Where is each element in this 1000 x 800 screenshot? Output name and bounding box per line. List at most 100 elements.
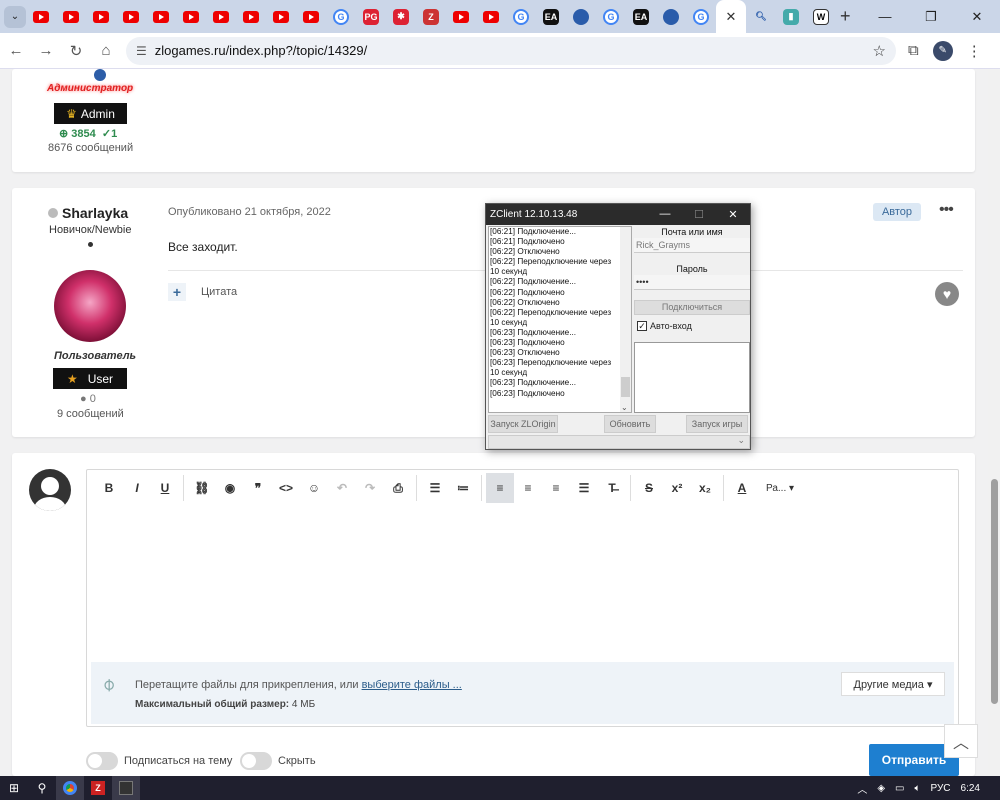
bookmark-star-icon[interactable]: ☆	[873, 42, 886, 60]
restore-icon[interactable]: ❐	[908, 0, 954, 33]
password-field[interactable]: ••••	[634, 275, 750, 290]
emoji-icon[interactable]: ☺	[300, 473, 328, 503]
close-tab-icon[interactable]: ✕	[726, 9, 737, 25]
address-bar[interactable]: ☰ zlogames.ru/index.php?/topic/14329/ ☆	[126, 36, 896, 65]
multiquote-plus-icon[interactable]: +	[168, 283, 186, 301]
tab-active[interactable]: ✕	[716, 0, 746, 33]
site-info-icon[interactable]: ☰	[136, 44, 147, 58]
tab[interactable]	[236, 0, 266, 33]
tab[interactable]: PG	[356, 0, 386, 33]
tab[interactable]: G	[506, 0, 536, 33]
align-right-icon[interactable]: ≡	[542, 473, 570, 503]
search-icon[interactable]: ⚲	[28, 776, 56, 800]
tab[interactable]: ▮	[776, 0, 806, 33]
quote-button[interactable]: Цитата	[201, 286, 237, 298]
zclient-log[interactable]: [06:21] Подключение... [06:21] Подключено…	[488, 226, 632, 413]
subscribe-toggle[interactable]	[86, 752, 118, 770]
tab[interactable]: 🔍︎	[746, 0, 776, 33]
preview-icon[interactable]: ⎙	[384, 473, 412, 503]
attachment-dropzone[interactable]: ⌀ Перетащите файлы для прикрепления, или…	[91, 662, 954, 724]
clear-format-icon[interactable]: T̶	[598, 473, 626, 503]
minimize-icon[interactable]: —	[648, 208, 682, 221]
minimize-icon[interactable]: —	[862, 0, 908, 33]
tab[interactable]	[176, 0, 206, 33]
tab[interactable]: G	[686, 0, 716, 33]
zclient-game-select[interactable]: ⌄	[488, 435, 750, 449]
page-scrollbar[interactable]	[988, 69, 1000, 776]
align-center-icon[interactable]: ≡	[514, 473, 542, 503]
tab-search-button[interactable]: ⌄	[4, 5, 26, 28]
clock[interactable]: 6:24	[961, 783, 980, 794]
refresh-button[interactable]: Обновить	[604, 415, 656, 433]
language-indicator[interactable]: РУС	[931, 783, 951, 794]
tab[interactable]	[146, 0, 176, 33]
bullet-list-icon[interactable]: ☰	[421, 473, 449, 503]
shield-icon[interactable]: ◈	[877, 783, 885, 794]
scrollbar-thumb[interactable]	[991, 479, 998, 704]
chevron-down-icon[interactable]: ⌄	[621, 403, 628, 412]
tab[interactable]: G	[326, 0, 356, 33]
hide-toggle[interactable]	[240, 752, 272, 770]
new-tab-button[interactable]: +	[840, 6, 851, 27]
spoiler-eye-icon[interactable]: ◉	[216, 473, 244, 503]
tab[interactable]	[656, 0, 686, 33]
taskbar-zclient[interactable]	[112, 776, 140, 800]
subscript-icon[interactable]: x₂	[691, 473, 719, 503]
extensions-icon[interactable]: ⧉	[908, 42, 919, 59]
align-justify-icon[interactable]: ☰	[570, 473, 598, 503]
italic-icon[interactable]: I	[123, 473, 151, 503]
tab[interactable]	[266, 0, 296, 33]
tab[interactable]	[116, 0, 146, 33]
scroll-to-top-button[interactable]: ︿	[944, 724, 978, 758]
align-left-icon[interactable]: ≡	[486, 473, 514, 503]
launch-game-button[interactable]: Запуск игры	[686, 415, 748, 433]
quote-icon[interactable]: ❞	[244, 473, 272, 503]
windows-start-icon[interactable]: ⊞	[0, 776, 28, 800]
menu-dots-icon[interactable]: ⋮	[967, 42, 982, 60]
heart-icon[interactable]: ♥	[935, 282, 959, 306]
chevron-up-icon[interactable]: ︿	[857, 781, 867, 796]
superscript-icon[interactable]: x²	[663, 473, 691, 503]
reload-icon[interactable]: ↻	[62, 37, 90, 65]
connect-button[interactable]: Подключиться	[634, 300, 750, 315]
admin-post-count[interactable]: 8676 сообщений	[48, 142, 133, 154]
choose-files-link[interactable]: выберите файлы ...	[362, 679, 462, 691]
zclient-titlebar[interactable]: ZClient 12.10.13.48 — ☐ ✕	[486, 204, 750, 225]
launch-zlorigin-button[interactable]: Запуск ZLOrigin	[488, 415, 558, 433]
tab[interactable]: EA	[536, 0, 566, 33]
tab[interactable]: Z	[416, 0, 446, 33]
back-icon[interactable]: ←	[2, 37, 30, 65]
underline-icon[interactable]: U	[151, 473, 179, 503]
user-post-count[interactable]: 9 сообщений	[57, 408, 124, 420]
profile-avatar[interactable]: ✎	[932, 40, 953, 61]
author-name[interactable]: Sharlayka	[62, 205, 128, 221]
auto-login-checkbox[interactable]: ✓ Авто-вход	[634, 321, 750, 331]
strikethrough-icon[interactable]: S	[635, 473, 663, 503]
tab[interactable]: ✱	[386, 0, 416, 33]
numbered-list-icon[interactable]: ≔	[449, 473, 477, 503]
forward-icon[interactable]: →	[32, 37, 60, 65]
network-icon[interactable]: ▭	[895, 783, 904, 794]
tab[interactable]	[26, 0, 56, 33]
home-icon[interactable]: ⌂	[92, 37, 120, 65]
post-author[interactable]: Sharlayka	[48, 205, 128, 221]
code-icon[interactable]: <>	[272, 473, 300, 503]
bold-icon[interactable]: B	[95, 473, 123, 503]
link-icon[interactable]: ⛓	[188, 473, 216, 503]
volume-icon[interactable]: 🔈︎	[915, 783, 921, 794]
avatar[interactable]	[54, 270, 126, 342]
taskbar-chrome[interactable]	[56, 776, 84, 800]
close-icon[interactable]: ✕	[954, 0, 1000, 33]
tab[interactable]	[86, 0, 116, 33]
more-options-icon[interactable]: •••	[939, 201, 954, 219]
undo-icon[interactable]: ↶	[328, 473, 356, 503]
checkbox-checked-icon[interactable]: ✓	[637, 321, 647, 331]
tab[interactable]	[206, 0, 236, 33]
font-size-dropdown[interactable]: Ра... ▾	[766, 483, 794, 494]
tab[interactable]	[446, 0, 476, 33]
post-date[interactable]: Опубликовано 21 октября, 2022	[168, 206, 331, 218]
text-color-icon[interactable]: A	[728, 473, 756, 503]
redo-icon[interactable]: ↷	[356, 473, 384, 503]
taskbar-zlo[interactable]: Z	[84, 776, 112, 800]
other-media-button[interactable]: Другие медиа ▾	[841, 672, 945, 696]
